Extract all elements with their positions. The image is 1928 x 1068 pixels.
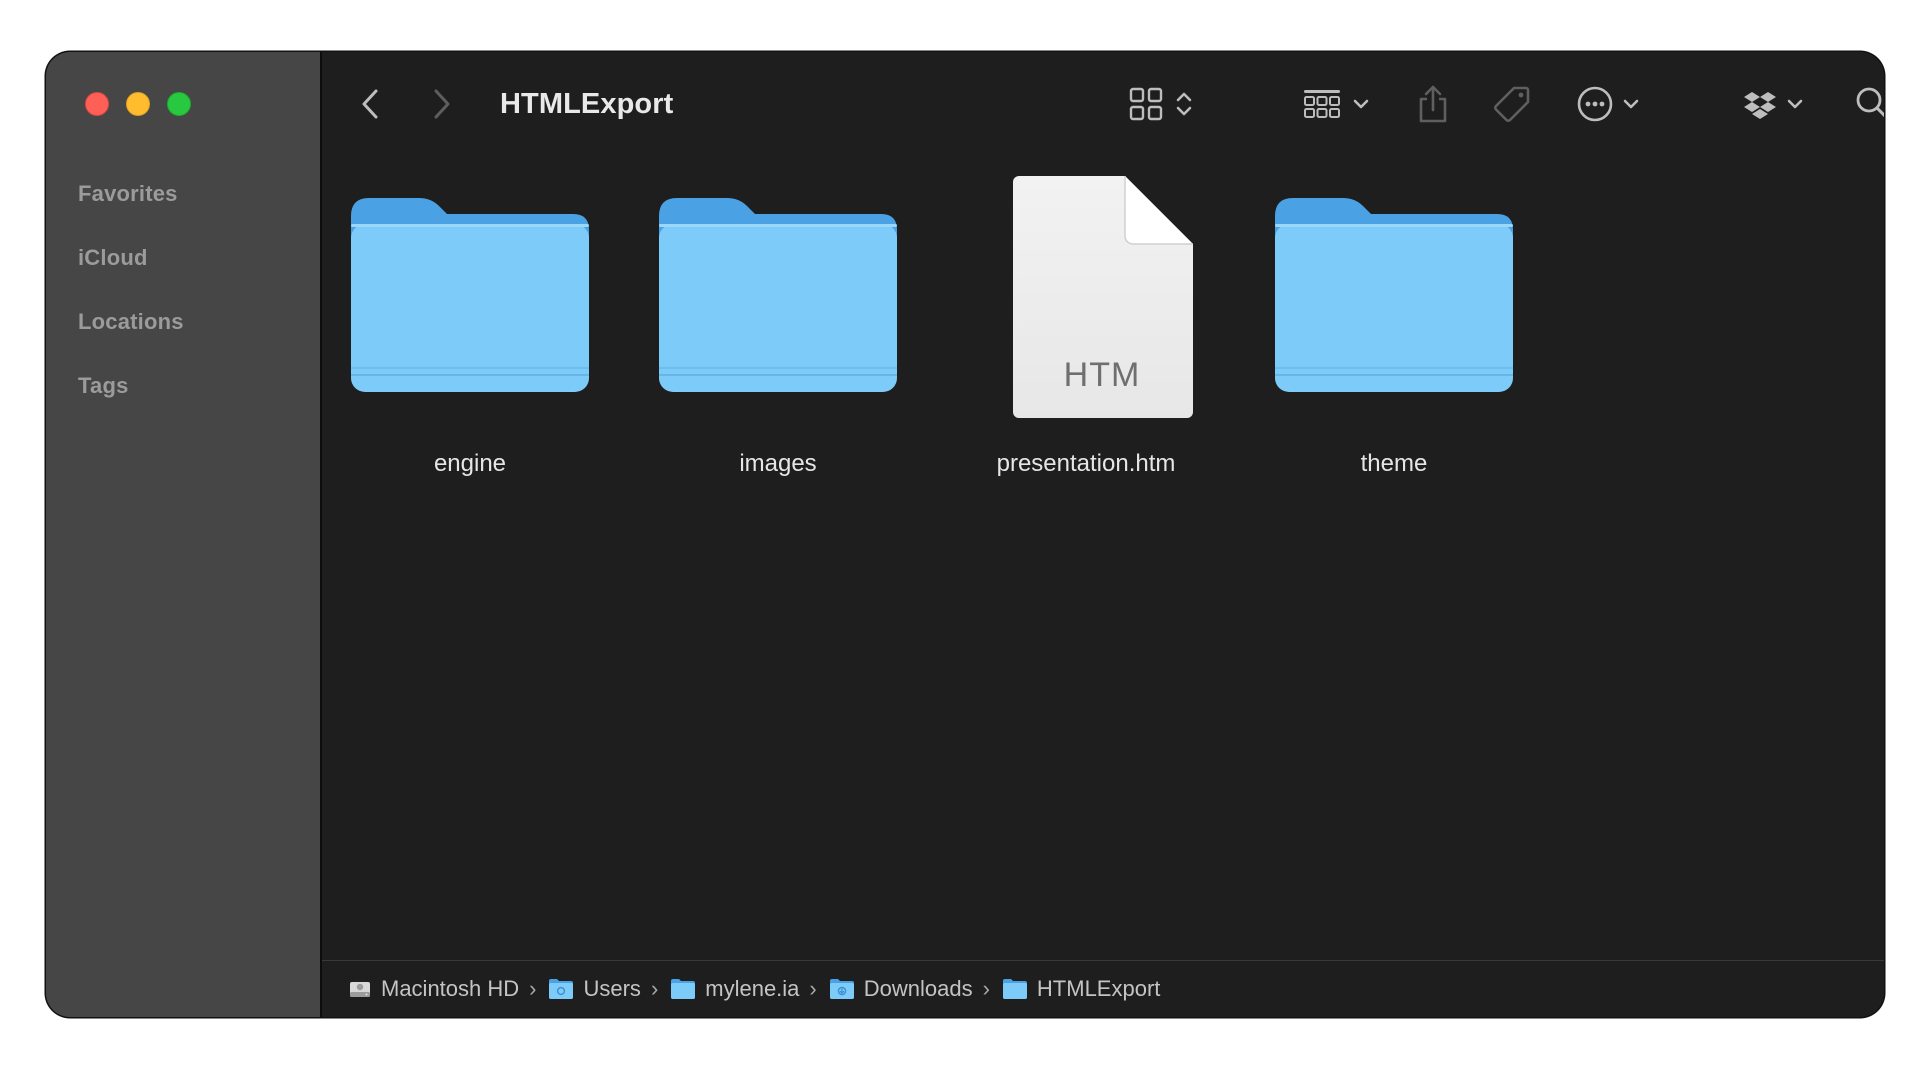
sidebar-section-locations[interactable]: Locations [78, 290, 184, 354]
path-crumb-label: mylene.ia [705, 976, 800, 1001]
forward-button[interactable] [430, 82, 454, 126]
window-title: HTMLExport [500, 88, 674, 120]
folder-icon [1275, 198, 1513, 392]
minimize-button[interactable] [126, 92, 150, 116]
hard-drive-icon [350, 982, 370, 997]
downloads-folder-icon [829, 979, 854, 999]
path-crumb-label: HTMLExport [1036, 976, 1161, 1001]
share-button[interactable] [1416, 82, 1450, 126]
sidebar: Favorites iCloud Locations Tags [46, 52, 322, 1017]
back-button[interactable] [358, 82, 382, 126]
path-separator: › [529, 976, 537, 1001]
content-area: HTMLExport engine images HTM presentatio… [322, 52, 1884, 1017]
sidebar-section-icloud[interactable]: iCloud [78, 226, 184, 290]
window-controls [85, 92, 191, 116]
chevron-down-icon [1787, 99, 1803, 109]
file-name: images [739, 450, 817, 477]
path-crumb-label: Users [583, 976, 641, 1001]
search-icon [1856, 87, 1884, 118]
folder-icon [351, 198, 589, 392]
path-crumb-mylene-ia[interactable]: mylene.ia [670, 976, 799, 1002]
path-bar: Macintosh HD › Users › mylene.ia › Downl… [322, 960, 1884, 1017]
more-icon [1577, 86, 1613, 122]
toolbar: HTMLExport [322, 52, 1884, 156]
file-item-presentation[interactable]: HTM presentation.htm [956, 176, 1216, 478]
file-extension-label: HTM [1063, 356, 1141, 394]
path-crumb-label: Macintosh HD [381, 976, 520, 1001]
file-name: presentation.htm [996, 450, 1176, 477]
sidebar-sections: Favorites iCloud Locations Tags [78, 162, 184, 418]
file-item-engine[interactable]: engine [340, 176, 600, 478]
group-button[interactable] [1302, 82, 1372, 126]
path-crumb-label: Downloads [863, 976, 973, 1001]
file-name: theme [1360, 450, 1428, 477]
path-crumb-users[interactable]: Users [548, 976, 641, 1002]
sort-updown-icon [1176, 92, 1192, 116]
path-separator: › [650, 976, 659, 1001]
finder-window: Favorites iCloud Locations Tags HTMLExpo… [46, 52, 1884, 1017]
folder-icon [1002, 979, 1027, 999]
dropbox-button[interactable] [1742, 82, 1806, 126]
sidebar-section-favorites[interactable]: Favorites [78, 162, 184, 226]
file-name: engine [433, 450, 507, 477]
chevron-down-icon [1623, 99, 1639, 109]
folder-icon [671, 979, 696, 999]
more-actions-button[interactable] [1576, 82, 1642, 126]
share-icon [1419, 85, 1447, 123]
file-item-theme[interactable]: theme [1264, 176, 1524, 478]
folder-icon [659, 198, 897, 392]
chevron-down-icon [1353, 99, 1369, 109]
grid-view-icon [1129, 87, 1163, 121]
users-folder-icon [549, 979, 574, 999]
view-mode-button[interactable] [1128, 82, 1196, 126]
group-icon [1304, 90, 1340, 118]
path-crumb-downloads[interactable]: Downloads [829, 976, 973, 1002]
chevron-left-icon [362, 89, 378, 119]
dropbox-icon [1744, 92, 1776, 119]
tag-button[interactable] [1492, 82, 1532, 126]
path-crumb-macintosh-hd[interactable]: Macintosh HD [348, 976, 519, 1002]
zoom-button[interactable] [167, 92, 191, 116]
file-item-images[interactable]: images [648, 176, 908, 478]
chevron-right-icon [434, 89, 450, 119]
sidebar-section-tags[interactable]: Tags [78, 354, 184, 418]
path-separator: › [982, 976, 990, 1001]
path-crumb-htmlexport[interactable]: HTMLExport [1002, 976, 1160, 1002]
close-button[interactable] [85, 92, 109, 116]
tag-icon [1494, 86, 1530, 122]
search-button[interactable] [1854, 82, 1884, 126]
path-separator: › [809, 976, 817, 1001]
